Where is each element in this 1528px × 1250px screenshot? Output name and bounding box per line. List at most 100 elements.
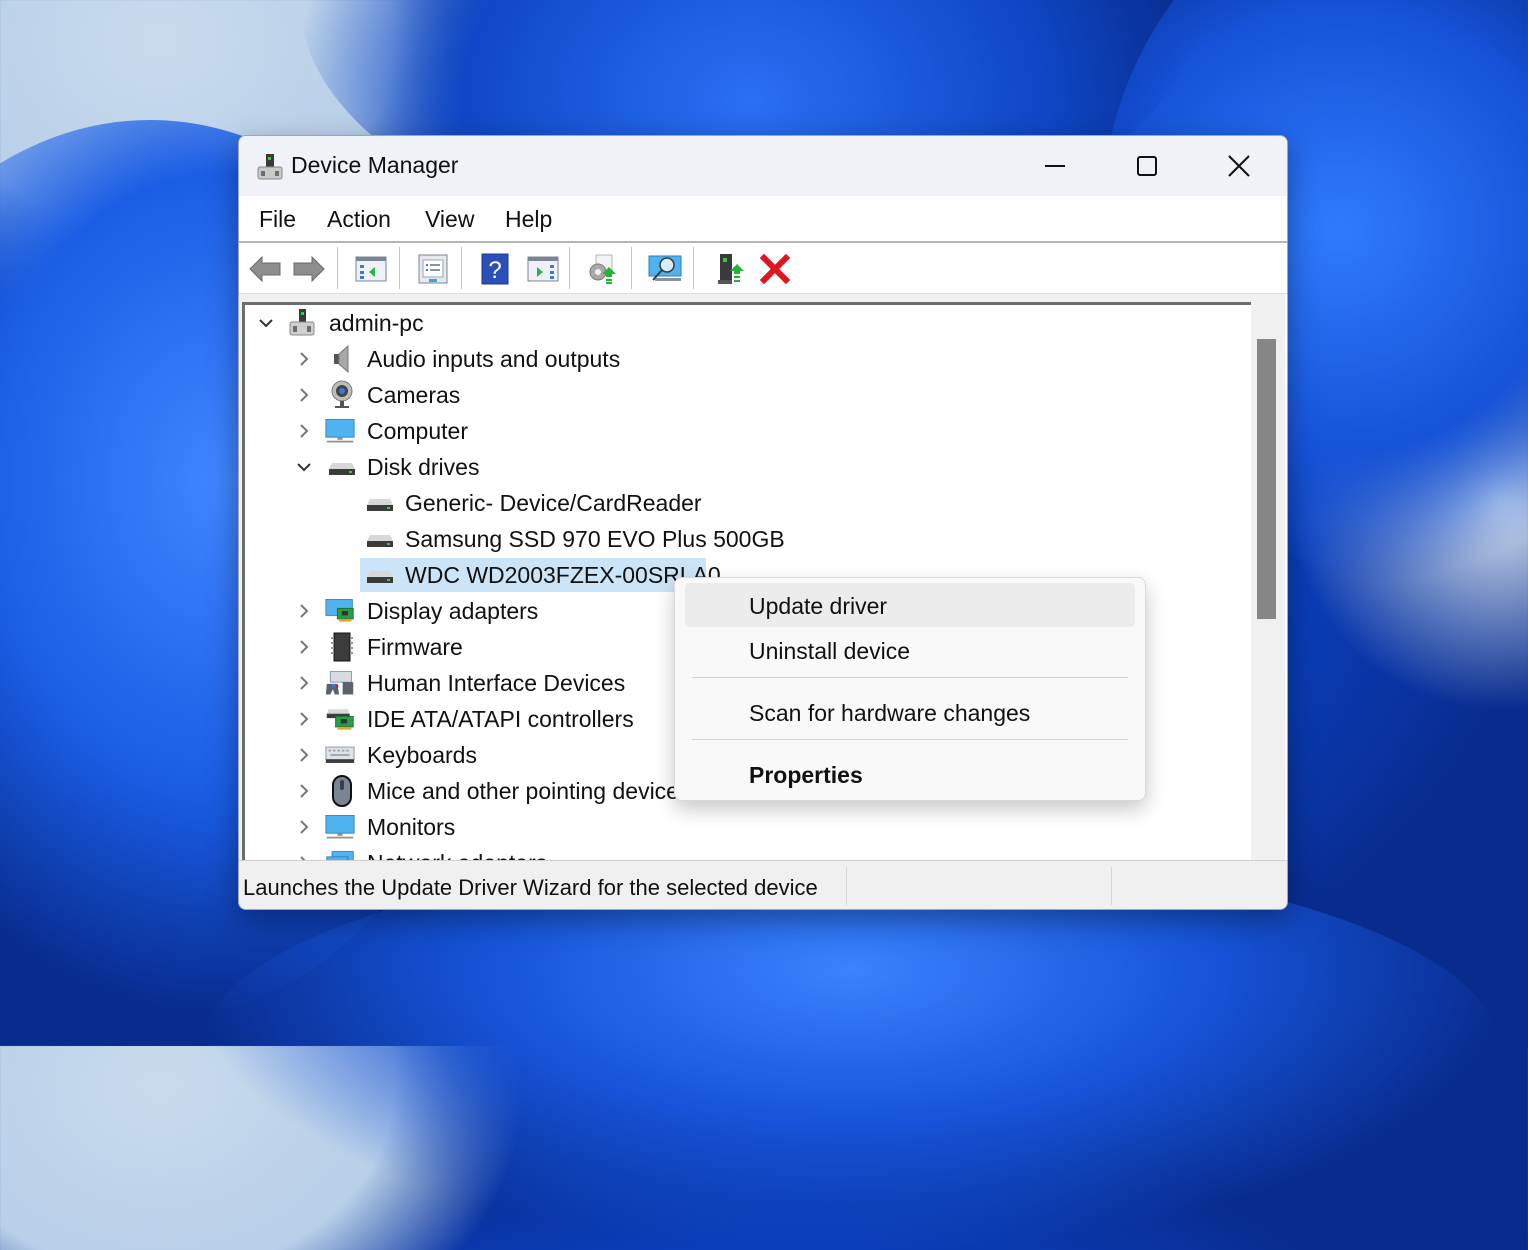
minimize-icon <box>1045 165 1065 167</box>
status-bar: Launches the Update Driver Wizard for th… <box>239 860 1287 909</box>
context-menu-uninstall-device[interactable]: Uninstall device <box>685 628 1135 672</box>
hid-icon <box>325 668 355 698</box>
toolbar-separator <box>569 247 570 289</box>
tree-item-label: Cameras <box>367 381 461 408</box>
menu-separator <box>692 677 1128 678</box>
monitor-icon <box>325 416 355 446</box>
close-icon <box>1228 155 1250 177</box>
tree-item-label: Mice and other pointing devices <box>367 777 691 804</box>
toolbar-separator <box>337 247 338 289</box>
help-icon: ? <box>481 253 509 285</box>
tree-item-label: Audio inputs and outputs <box>367 345 621 372</box>
tree-category-audio[interactable]: Audio inputs and outputs <box>245 342 945 376</box>
disk-drive-icon <box>365 488 395 518</box>
menu-action[interactable]: Action <box>327 206 391 233</box>
computer-node-icon <box>287 308 317 338</box>
tree-category-disk-drives[interactable]: Disk drives <box>245 450 945 484</box>
tree-root-admin-pc[interactable]: admin-pc <box>245 306 845 340</box>
chevron-right-icon[interactable] <box>293 738 315 772</box>
toolbar-separator <box>693 247 694 289</box>
chevron-right-icon[interactable] <box>293 414 315 448</box>
chip-icon <box>327 632 357 662</box>
tree-item-label: Keyboards <box>367 741 477 768</box>
chevron-right-icon[interactable] <box>293 630 315 664</box>
tree-device-samsung-ssd[interactable]: Samsung SSD 970 EVO Plus 500GB <box>360 522 790 556</box>
uninstall-device-button[interactable] <box>757 252 793 286</box>
disk-drive-icon <box>365 524 395 554</box>
chevron-right-icon[interactable] <box>293 774 315 808</box>
action-pane-icon <box>527 256 559 282</box>
vertical-scrollbar[interactable] <box>1251 302 1285 860</box>
tree-device-generic-cardreader[interactable]: Generic- Device/CardReader <box>360 486 760 520</box>
menu-item-label: Properties <box>749 762 863 788</box>
tree-item-label: IDE ATA/ATAPI controllers <box>367 705 634 732</box>
maximize-icon <box>1137 156 1157 176</box>
chevron-down-icon[interactable] <box>293 450 315 484</box>
menu-file[interactable]: File <box>259 206 296 233</box>
tree-category-computer[interactable]: Computer <box>245 414 945 448</box>
chevron-right-icon[interactable] <box>293 666 315 700</box>
enable-device-icon <box>718 254 744 284</box>
tree-item-label: Disk drives <box>367 453 480 480</box>
forward-arrow-icon <box>293 255 325 283</box>
context-menu-properties[interactable]: Properties <box>685 752 1135 796</box>
device-manager-icon <box>257 154 283 180</box>
status-separator <box>846 867 847 905</box>
back-button[interactable] <box>247 252 283 286</box>
title-bar[interactable]: Device Manager <box>239 136 1287 196</box>
menu-item-label: Scan for hardware changes <box>749 700 1031 726</box>
scan-hardware-icon <box>648 255 682 281</box>
properties-button[interactable] <box>415 252 451 286</box>
scan-for-hardware-changes-button[interactable] <box>647 252 683 286</box>
close-button[interactable] <box>1193 136 1285 196</box>
menu-bar: File Action View Help <box>239 196 1287 243</box>
ide-controller-icon <box>325 704 355 734</box>
scrollbar-thumb[interactable] <box>1257 339 1276 619</box>
menu-help[interactable]: Help <box>505 206 552 233</box>
show-hide-action-pane-button[interactable] <box>525 252 561 286</box>
toolbar-separator <box>631 247 632 289</box>
window-title: Device Manager <box>291 152 459 178</box>
menu-item-label: Update driver <box>749 593 888 619</box>
svg-text:?: ? <box>488 257 501 284</box>
tree-item-label: Computer <box>367 417 468 444</box>
chevron-down-icon[interactable] <box>255 306 277 340</box>
monitor-icon <box>325 812 355 842</box>
context-menu-scan-hardware[interactable]: Scan for hardware changes <box>685 690 1135 734</box>
chevron-right-icon[interactable] <box>293 342 315 376</box>
context-menu: Update driver Uninstall device Scan for … <box>674 577 1146 801</box>
console-tree-icon <box>355 256 387 282</box>
help-button[interactable]: ? <box>477 252 513 286</box>
forward-button[interactable] <box>291 252 327 286</box>
uninstall-x-icon <box>760 254 790 284</box>
chevron-right-icon[interactable] <box>293 378 315 412</box>
chevron-right-icon[interactable] <box>293 702 315 736</box>
status-text: Launches the Update Driver Wizard for th… <box>243 875 818 900</box>
maximize-button[interactable] <box>1101 136 1193 196</box>
update-driver-icon <box>589 254 616 284</box>
disk-drive-icon <box>365 560 395 590</box>
toolbar-separator <box>461 247 462 289</box>
menu-view[interactable]: View <box>425 206 474 233</box>
tree-item-label: Samsung SSD 970 EVO Plus 500GB <box>405 525 785 552</box>
update-driver-button[interactable] <box>585 252 621 286</box>
chevron-right-icon[interactable] <box>293 594 315 628</box>
mouse-icon <box>327 775 357 807</box>
minimize-button[interactable] <box>1009 136 1101 196</box>
webcam-icon <box>327 380 357 410</box>
properties-icon <box>418 254 448 284</box>
chevron-right-icon[interactable] <box>293 810 315 844</box>
tree-item-label: Generic- Device/CardReader <box>405 489 702 516</box>
toolbar: ? <box>239 243 1287 294</box>
wallpaper-swirl <box>200 850 1500 1250</box>
tree-device-wdc-selected[interactable]: WDC WD2003FZEX-00SRLA0 <box>360 558 721 592</box>
tree-category-cameras[interactable]: Cameras <box>245 378 945 412</box>
tree-item-label: Display adapters <box>367 597 539 624</box>
tree-item-label: admin-pc <box>329 309 424 336</box>
enable-device-button[interactable] <box>713 252 749 286</box>
tree-category-monitors[interactable]: Monitors <box>245 810 945 844</box>
display-adapter-icon <box>325 596 355 626</box>
show-hide-console-tree-button[interactable] <box>353 252 389 286</box>
context-menu-update-driver[interactable]: Update driver <box>685 583 1135 627</box>
back-arrow-icon <box>249 255 281 283</box>
